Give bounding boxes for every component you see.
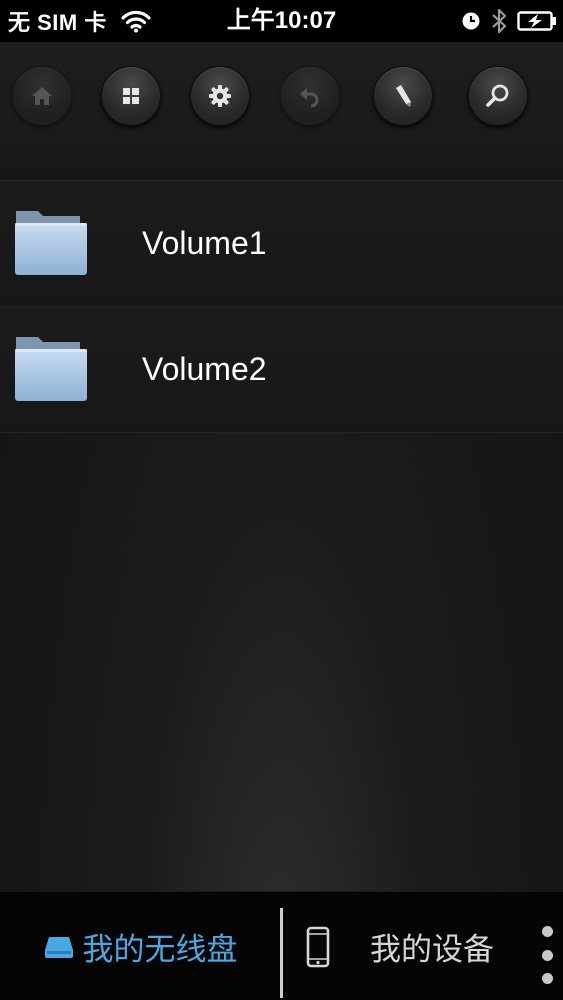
undo-icon [300,88,319,108]
tab-my-devices[interactable]: 我的设备 [290,892,520,1000]
bottom-bar: 我的无线盘 我的设备 [0,891,563,1000]
alarm-icon [462,12,480,30]
volume-label: Volume2 [142,351,267,387]
pencil-icon [396,85,411,107]
volume-list: Volume1 Volume2 [0,181,563,433]
grid-icon [123,88,139,104]
list-item[interactable]: Volume2 [0,307,563,433]
drive-icon [44,936,73,958]
more-vertical-icon [541,926,553,937]
folder-icon [15,337,87,401]
battery-charging-icon [517,11,556,31]
home-icon [32,87,52,105]
list-item[interactable]: Volume1 [0,181,563,307]
toolbar [0,42,563,181]
more-vertical-icon [541,973,553,984]
status-bar: 无 SIM 卡 上午10:07 [0,0,563,42]
bluetooth-icon [492,8,507,34]
tab-label: 我的无线盘 [82,932,238,967]
more-options-button[interactable] [539,926,555,984]
volume-label: Volume1 [142,225,267,261]
tab-label: 我的设备 [370,932,494,967]
status-right [461,6,557,36]
undo-button[interactable] [280,66,340,126]
search-icon [486,84,509,107]
home-button[interactable] [12,66,72,126]
folder-icon [15,211,87,275]
edit-button[interactable] [373,66,433,126]
search-button[interactable] [468,66,528,126]
gear-icon [209,85,231,107]
screen: 无 SIM 卡 上午10:07 Volume1 Volume2 我的无线盘 我的… [0,0,563,1000]
phone-icon [306,926,330,967]
tab-divider [280,908,283,998]
settings-button[interactable] [190,66,250,126]
more-vertical-icon [541,949,553,961]
tab-my-wireless-drive[interactable]: 我的无线盘 [0,892,280,1000]
grid-view-button[interactable] [101,66,161,126]
